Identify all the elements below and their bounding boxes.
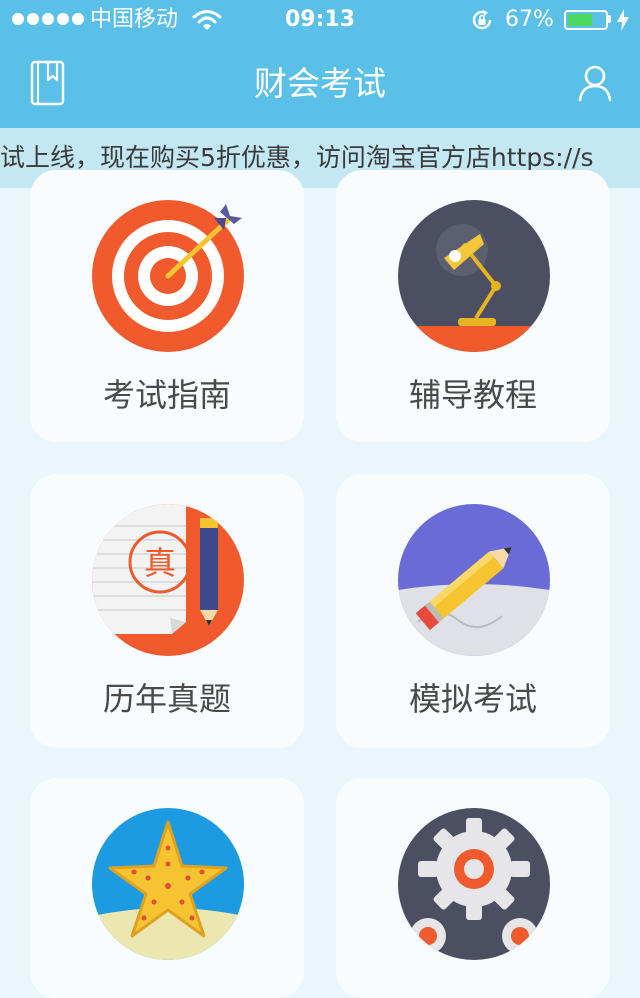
menu-card-mock-exam[interactable]: 模拟考试 <box>336 474 610 748</box>
menu-label: 辅导教程 <box>408 376 537 414</box>
menu-card-tutorial[interactable]: 辅导教程 <box>336 170 610 442</box>
top-bar: 中国移动 09:13 67% 财会考试 <box>0 0 640 128</box>
starfish-icon <box>92 808 244 960</box>
user-button[interactable] <box>574 62 616 104</box>
menu-card-past-papers[interactable]: 真 历年真题 <box>30 474 304 748</box>
charging-bolt-icon <box>617 9 629 31</box>
menu-card-5[interactable] <box>30 778 304 998</box>
menu-card-exam-guide[interactable]: 考试指南 <box>30 170 304 442</box>
target-icon <box>92 200 244 352</box>
battery-tip <box>608 15 611 23</box>
rotation-lock-icon <box>472 10 492 30</box>
pencil-icon <box>398 504 550 656</box>
menu-label: 模拟考试 <box>408 680 537 718</box>
desk-lamp-icon <box>398 200 550 352</box>
svg-text:真: 真 <box>144 544 176 582</box>
status-bar: 中国移动 09:13 67% <box>0 0 640 40</box>
menu-label: 考试指南 <box>102 376 231 414</box>
menu-label: 历年真题 <box>102 680 231 718</box>
battery-percent: 67% <box>505 7 554 32</box>
page-title: 财会考试 <box>254 64 386 103</box>
gear-icon <box>398 808 550 960</box>
battery-icon <box>564 10 608 30</box>
menu-card-6[interactable] <box>336 778 610 998</box>
exam-paper-icon: 真 <box>92 504 244 656</box>
